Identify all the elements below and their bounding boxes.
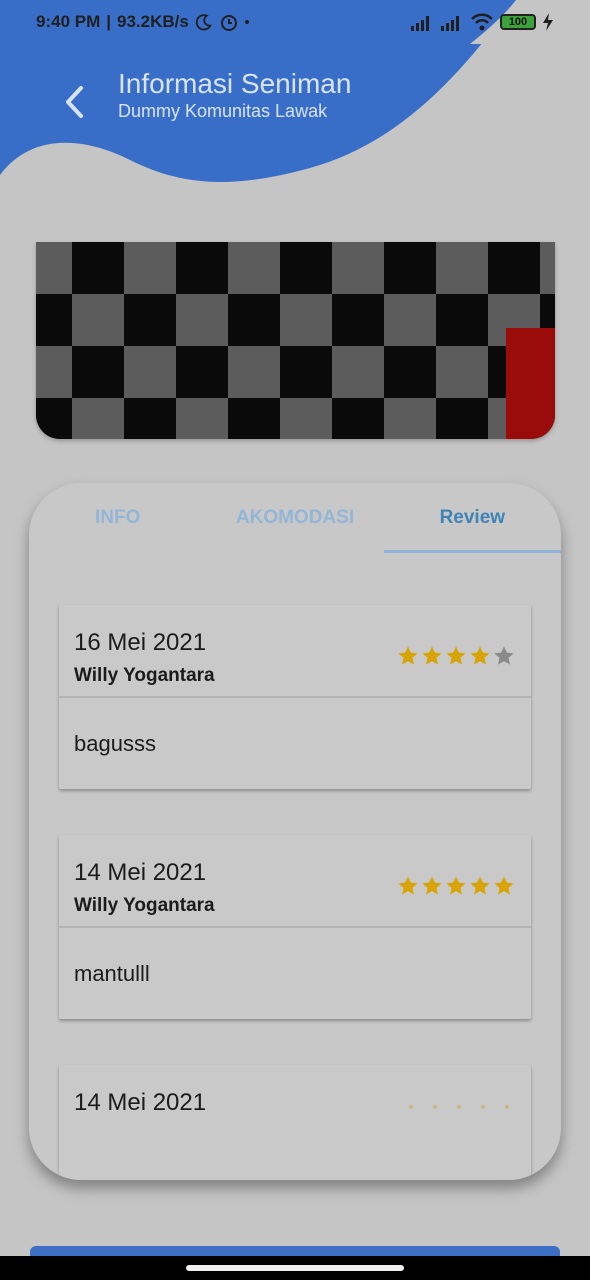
chevron-left-icon (66, 86, 83, 118)
star-placeholder-icon (457, 1105, 461, 1109)
status-bar: 9:40 PM | 93.2KB/s 100 (0, 0, 590, 44)
tab-akomodasi[interactable]: AKOMODASI (206, 483, 383, 553)
star-filled-icon (470, 876, 490, 895)
alarm-icon (220, 15, 237, 31)
tab-info[interactable]: INFO (29, 483, 206, 553)
page-subtitle: Dummy Komunitas Lawak (118, 101, 328, 121)
reviewer-name: Willy Yogantara (74, 895, 215, 916)
review-card-header: 14 Mei 2021 (59, 1065, 531, 1158)
rating-stars (397, 645, 515, 667)
status-network-speed: 93.2KB/s (117, 12, 189, 31)
checkerboard-placeholder-image (36, 242, 555, 439)
star-placeholder-icon (481, 1105, 485, 1109)
rating-stars (397, 875, 515, 897)
status-time: 9:40 PM (36, 12, 101, 31)
tab-review[interactable]: Review (384, 483, 561, 553)
rating-stars-loading (409, 1105, 509, 1109)
review-card-header: 14 Mei 2021 Willy Yogantara (59, 835, 531, 928)
review-card: 14 Mei 2021 (59, 1065, 531, 1180)
review-date: 14 Mei 2021 (74, 859, 207, 886)
star-filled-icon (446, 876, 466, 895)
star-filled-icon (398, 646, 418, 665)
review-card: 14 Mei 2021 Willy Yogantara mantulll (59, 835, 531, 1019)
review-card-header: 16 Mei 2021 Willy Yogantara (59, 605, 531, 698)
details-panel: INFO AKOMODASI Review 16 Mei 2021 Willy … (29, 483, 561, 1180)
reviewer-name: Willy Yogantara (74, 665, 215, 686)
star-filled-icon (422, 876, 442, 895)
star-filled-icon (422, 646, 442, 665)
review-date: 16 Mei 2021 (74, 629, 207, 656)
star-filled-icon (446, 646, 466, 665)
star-filled-icon (494, 876, 514, 895)
battery-icon: 100 (500, 14, 536, 30)
star-filled-icon (470, 646, 490, 665)
back-button[interactable] (56, 82, 92, 122)
review-comment: mantulll (74, 960, 150, 986)
star-placeholder-icon (433, 1105, 437, 1109)
moon-icon (195, 14, 212, 31)
signal-icon-2 (441, 16, 459, 31)
active-tab-indicator (384, 550, 561, 553)
star-filled-icon (398, 876, 418, 895)
tab-bar: INFO AKOMODASI Review (29, 483, 561, 553)
artist-banner-image (36, 242, 555, 439)
star-placeholder-icon (409, 1105, 413, 1109)
star-placeholder-icon (505, 1105, 509, 1109)
review-date: 14 Mei 2021 (74, 1089, 207, 1116)
notification-dot-icon (244, 20, 249, 24)
review-card: 16 Mei 2021 Willy Yogantara bagusss (59, 605, 531, 789)
charging-icon (543, 13, 553, 31)
signal-icon (411, 16, 429, 31)
page-title: Informasi Seniman (118, 68, 352, 99)
star-empty-icon (494, 646, 514, 665)
home-gesture-handle[interactable] (186, 1265, 404, 1271)
wifi-icon (471, 13, 493, 31)
review-comment: bagusss (74, 730, 156, 756)
status-separator: | (106, 12, 112, 31)
